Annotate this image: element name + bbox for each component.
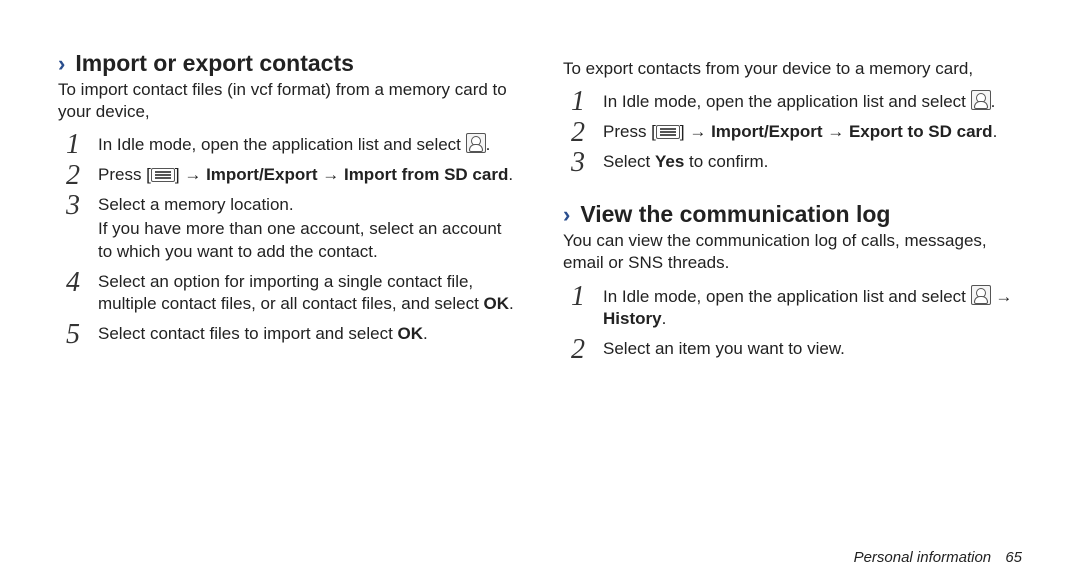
right-column: To export contacts from your device to a… — [563, 50, 1022, 368]
step-bold: Yes — [655, 152, 684, 171]
step: Select contact files to import and selec… — [58, 323, 517, 345]
step-text: Select — [603, 152, 655, 171]
section-intro: You can view the communication log of ca… — [563, 230, 1022, 274]
step: In Idle mode, open the application list … — [563, 90, 1022, 113]
step: In Idle mode, open the application list … — [563, 285, 1022, 330]
step-text: . — [991, 92, 996, 111]
step-text: In Idle mode, open the application list … — [603, 287, 971, 306]
step: Select an item you want to view. — [563, 338, 1022, 360]
page-footer: Personal information 65 — [854, 549, 1022, 566]
step-text: . — [423, 324, 428, 343]
step: Select Yes to confirm. — [563, 151, 1022, 173]
section-title: View the communication log — [580, 201, 890, 228]
footer-section-label: Personal information — [854, 549, 992, 566]
menu-icon — [656, 125, 680, 139]
viewlog-steps: In Idle mode, open the application list … — [563, 285, 1022, 360]
step-text: to confirm. — [684, 152, 768, 171]
step: In Idle mode, open the application list … — [58, 133, 517, 156]
step-text: . — [509, 294, 514, 313]
step: Press [ ] → Import/Export → Import from S… — [58, 164, 517, 186]
step: Select an option for importing a single … — [58, 271, 517, 315]
step-text: . — [508, 165, 513, 184]
step-bold: History — [603, 309, 662, 328]
step-text: Press [ — [98, 165, 151, 184]
page-number: 65 — [1005, 549, 1022, 566]
section-heading-view-log: › View the communication log — [563, 201, 1022, 228]
step-text: Select contact files to import and selec… — [98, 324, 398, 343]
section-heading-import-export: › Import or export contacts — [58, 50, 517, 77]
step-text: Select an item you want to view. — [603, 339, 845, 358]
export-intro: To export contacts from your device to a… — [563, 58, 1022, 80]
export-steps: In Idle mode, open the application list … — [563, 90, 1022, 173]
step-text: Select a memory location. — [98, 195, 294, 214]
step-text: . — [993, 122, 998, 141]
contacts-icon — [466, 133, 486, 153]
step-text: Press [ — [603, 122, 656, 141]
page-content: › Import or export contacts To import co… — [0, 0, 1080, 398]
section-title: Import or export contacts — [75, 50, 354, 77]
section-intro: To import contact files (in vcf format) … — [58, 79, 517, 123]
step-bold: Import/Export → Import from SD card — [206, 165, 508, 184]
step-bold: OK — [484, 294, 510, 313]
step: Press [ ] → Import/Export → Export to SD … — [563, 121, 1022, 143]
step-text: In Idle mode, open the application list … — [603, 92, 971, 111]
step-text: In Idle mode, open the application list … — [98, 135, 466, 154]
contacts-icon — [971, 285, 991, 305]
chevron-icon: › — [58, 53, 65, 75]
step-bold: Import/Export → Export to SD card — [711, 122, 992, 141]
step-text: . — [486, 135, 491, 154]
step-substep: If you have more than one account, selec… — [98, 218, 517, 262]
step-text: . — [662, 309, 667, 328]
step-text: ] → — [175, 165, 206, 184]
contacts-icon — [971, 90, 991, 110]
step-text: Select an option for importing a single … — [98, 272, 484, 313]
menu-icon — [151, 168, 175, 182]
import-steps: In Idle mode, open the application list … — [58, 133, 517, 345]
step-bold: OK — [398, 324, 424, 343]
step-text: ] → — [680, 122, 711, 141]
left-column: › Import or export contacts To import co… — [58, 50, 517, 368]
chevron-icon: › — [563, 204, 570, 226]
step-text: → — [991, 287, 1013, 306]
step: Select a memory location. If you have mo… — [58, 194, 517, 262]
